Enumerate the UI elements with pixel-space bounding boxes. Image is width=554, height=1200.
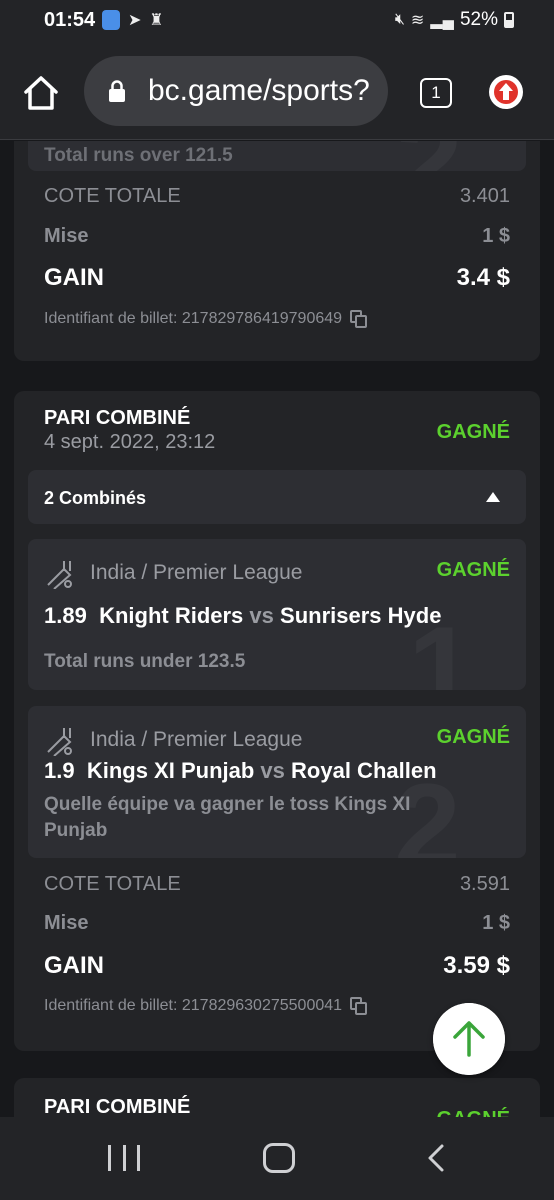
combos-label: 2 Combinés bbox=[44, 488, 147, 508]
gain-label: GAIN bbox=[44, 264, 104, 291]
leg-vs: vs bbox=[260, 758, 285, 783]
stake-label: Mise bbox=[44, 912, 89, 934]
stake-value: 1 $ bbox=[482, 225, 510, 247]
bet-type-title: PARI COMBINÉ bbox=[44, 407, 191, 429]
bet-date: 4 sept. 2022, 23:12 bbox=[44, 431, 216, 453]
lock-icon bbox=[109, 80, 125, 102]
stake-value: 1 $ bbox=[482, 912, 510, 934]
leg-vs: vs bbox=[249, 603, 274, 628]
gain-value: 3.4 $ bbox=[456, 264, 510, 291]
tab-switcher-button[interactable]: 1 bbox=[420, 78, 452, 108]
bet-card: Total runs over 121.5 2 COTE TOTALE 3.40… bbox=[14, 141, 540, 361]
system-nav-bar bbox=[0, 1117, 554, 1200]
leg-status-badge: GAGNÉ bbox=[436, 726, 510, 748]
copy-icon[interactable] bbox=[350, 310, 368, 328]
bet-status-badge: GAGNÉ bbox=[437, 1108, 510, 1117]
combos-toggle[interactable]: 2 Combinés bbox=[28, 470, 526, 524]
gain-value: 3.59 $ bbox=[443, 952, 510, 979]
nav-home-icon[interactable] bbox=[263, 1143, 295, 1173]
leg-away-team: Sunrisers Hyde bbox=[280, 603, 442, 628]
bet-leg: 2 India / Premier League GAGNÉ 1.9 Kings… bbox=[28, 706, 526, 858]
leg-market: Quelle équipe va gagner le toss Kings XI bbox=[44, 794, 411, 815]
leg-league: India / Premier League bbox=[90, 561, 303, 584]
leg-odds: 1.89 bbox=[44, 603, 87, 628]
battery-icon bbox=[504, 12, 514, 28]
shield-icon bbox=[102, 10, 120, 30]
bet-type-title: PARI COMBINÉ bbox=[44, 1096, 191, 1117]
bet-leg: 1 India / Premier League GAGNÉ 1.89 Knig… bbox=[28, 539, 526, 690]
bets-list[interactable]: Total runs over 121.5 2 COTE TOTALE 3.40… bbox=[0, 141, 554, 1117]
leg-market-cont: Punjab bbox=[44, 820, 108, 841]
leg-league: India / Premier League bbox=[90, 728, 303, 751]
total-odds-value: 3.591 bbox=[459, 873, 510, 895]
leg-home-team: Knight Riders bbox=[99, 603, 244, 628]
bet-card: PARI COMBINÉ 4 sept. 2022, 23:12 GAGNÉ 2… bbox=[14, 391, 540, 1051]
total-odds-label: COTE TOTALE bbox=[44, 873, 181, 895]
status-bar: 01:54 ➤ ♜ 🔇︎ ≋ ▂▄ 52% bbox=[0, 0, 554, 44]
leg-odds: 1.9 bbox=[44, 758, 75, 783]
url-text: bc.game/sports? bbox=[148, 74, 370, 107]
status-time: 01:54 bbox=[44, 9, 96, 31]
cricket-icon bbox=[47, 728, 72, 756]
notification-icons: ➤ ♜ bbox=[102, 10, 164, 30]
home-icon[interactable] bbox=[22, 74, 60, 112]
leg-market: Total runs under 123.5 bbox=[44, 651, 246, 672]
bet-leg: Total runs over 121.5 2 bbox=[28, 141, 526, 171]
leg-market: Total runs over 121.5 bbox=[44, 145, 233, 166]
scroll-to-top-button[interactable] bbox=[433, 1003, 505, 1075]
leg-status-badge: GAGNÉ bbox=[436, 559, 510, 581]
leg-home-team: Kings XI Punjab bbox=[86, 758, 255, 783]
bet-status-badge: GAGNÉ bbox=[436, 421, 510, 443]
ticket-id: Identifiant de billet: 21782963027550004… bbox=[44, 997, 368, 1015]
wifi-icon: ≋ bbox=[410, 12, 425, 29]
copy-icon[interactable] bbox=[350, 997, 368, 1015]
leg-match: 1.89 Knight Riders vs Sunrisers Hyde bbox=[44, 603, 504, 629]
ticket-id: Identifiant de billet: 21782978641979064… bbox=[44, 310, 368, 328]
bet-card: PARI COMBINÉ GAGNÉ bbox=[14, 1078, 540, 1117]
gain-label: GAIN bbox=[44, 952, 104, 979]
cricket-icon bbox=[47, 561, 72, 589]
leg-away-team: Royal Challen bbox=[291, 758, 437, 783]
mute-icon: 🔇︎ bbox=[394, 11, 405, 28]
chevron-up-icon bbox=[486, 492, 500, 502]
recent-apps-icon[interactable] bbox=[108, 1145, 140, 1171]
telegram-icon: ➤ bbox=[128, 12, 142, 29]
leg-index-watermark: 2 bbox=[396, 141, 463, 171]
update-icon[interactable] bbox=[489, 75, 523, 109]
game-icon: ♜ bbox=[149, 12, 164, 29]
battery-percent: 52% bbox=[459, 9, 498, 30]
total-odds-value: 3.401 bbox=[459, 185, 510, 207]
ticket-id-text: Identifiant de billet: 21782978641979064… bbox=[44, 310, 343, 328]
ticket-id-text: Identifiant de billet: 21782963027550004… bbox=[44, 997, 343, 1015]
stake-label: Mise bbox=[44, 225, 89, 247]
address-bar[interactable]: bc.game/sports? bbox=[84, 56, 388, 126]
total-odds-label: COTE TOTALE bbox=[44, 185, 181, 207]
system-icons: 🔇︎ ≋ ▂▄ 52% bbox=[395, 9, 514, 31]
signal-icon: ▂▄ bbox=[430, 12, 454, 29]
back-icon[interactable] bbox=[424, 1143, 448, 1173]
leg-match: 1.9 Kings XI Punjab vs Royal Challen bbox=[44, 758, 504, 784]
browser-toolbar: bc.game/sports? 1 bbox=[0, 44, 554, 140]
